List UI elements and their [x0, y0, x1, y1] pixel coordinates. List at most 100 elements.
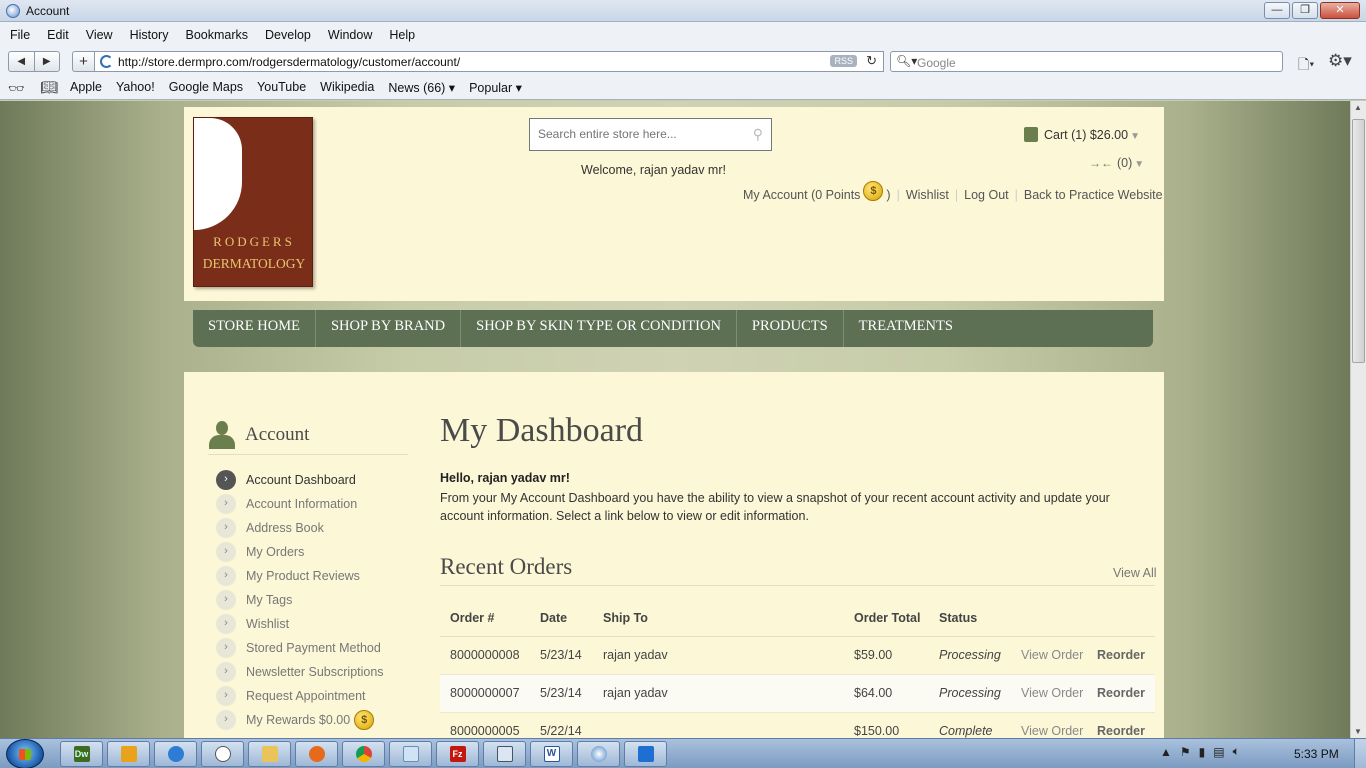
taskbar-firefox[interactable] — [295, 741, 338, 767]
bookmark-google-maps[interactable]: Google Maps — [169, 80, 243, 95]
reorder-link[interactable]: Reorder — [1087, 674, 1155, 713]
taskbar-internet-explorer[interactable] — [154, 741, 197, 767]
sidebar-item-label: My Tags — [246, 593, 293, 607]
maximize-button[interactable]: ❐ — [1292, 2, 1318, 19]
reorder-link[interactable]: Reorder — [1087, 712, 1155, 738]
taskbar-media-player[interactable] — [107, 741, 150, 767]
taskbar-word[interactable]: W — [530, 741, 573, 767]
menu-help[interactable]: Help — [389, 28, 415, 42]
scroll-thumb[interactable] — [1352, 119, 1365, 363]
bookmark-apple[interactable]: Apple — [70, 80, 102, 95]
menu-file[interactable]: File — [10, 28, 30, 42]
reorder-link[interactable]: Reorder — [1087, 636, 1155, 675]
top-sites-icon[interactable]: 👓︎ — [8, 81, 25, 97]
volume-icon[interactable]: 🔈︎ — [1233, 744, 1240, 759]
cart-link[interactable]: Cart (1) $26.00 ▼ — [1024, 127, 1140, 142]
menu-history[interactable]: History — [130, 28, 169, 42]
order-status: Processing — [929, 636, 1011, 675]
my-account-link[interactable]: My Account (0 Points — [743, 188, 860, 202]
store-search-input[interactable] — [538, 127, 738, 141]
sidebar-item-my-tags[interactable]: › My Tags — [216, 588, 384, 612]
gear-icon[interactable]: ⚙▾ — [1328, 51, 1352, 71]
page-scrollbar[interactable]: ▲ ▼ — [1350, 101, 1366, 738]
scroll-up-icon[interactable]: ▲ — [1354, 103, 1362, 112]
order-status: Processing — [929, 674, 1011, 713]
back-to-practice-link[interactable]: Back to Practice Website — [1024, 188, 1163, 202]
nav-store-home[interactable]: STORE HOME — [193, 310, 316, 347]
bookmark-yahoo[interactable]: Yahoo! — [116, 80, 155, 95]
col-status: Status — [929, 600, 1011, 637]
minimize-button[interactable]: — — [1264, 2, 1290, 19]
store-logo[interactable]: RODGERS DERMATOLOGY — [193, 117, 313, 287]
menu-window[interactable]: Window — [328, 28, 372, 42]
logout-link[interactable]: Log Out — [964, 188, 1008, 202]
recent-orders-title: Recent Orders — [440, 554, 573, 579]
sidebar-item-newsletter[interactable]: › Newsletter Subscriptions — [216, 660, 384, 684]
taskbar-safari[interactable] — [577, 741, 620, 767]
back-button[interactable]: ◀ — [9, 52, 35, 71]
sidebar-item-stored-payment[interactable]: › Stored Payment Method — [216, 636, 384, 660]
taskbar-teamviewer[interactable] — [624, 741, 667, 767]
reading-list-icon[interactable]: 📖︎ — [40, 79, 58, 96]
taskbar-messenger[interactable] — [201, 741, 244, 767]
nav-shop-by-brand[interactable]: SHOP BY BRAND — [316, 310, 462, 347]
order-ship-to: rajan yadav — [593, 636, 844, 675]
menu-view[interactable]: View — [86, 28, 113, 42]
taskbar-notepad[interactable] — [389, 741, 432, 767]
page-menu-icon[interactable]: 🗋▾ — [1298, 54, 1314, 78]
address-bar[interactable]: http://store.dermpro.com/rodgersdermatol… — [94, 51, 884, 72]
store-header: RODGERS DERMATOLOGY ⚲ Welcome, rajan yad… — [184, 107, 1164, 301]
view-all-link[interactable]: View All — [1113, 566, 1157, 580]
sidebar-item-product-reviews[interactable]: › My Product Reviews — [216, 564, 384, 588]
bookmark-popular[interactable]: Popular ▾ — [469, 80, 522, 95]
url-text[interactable]: http://store.dermpro.com/rodgersdermatol… — [118, 55, 460, 69]
network-icon[interactable]: ▮ — [1199, 745, 1206, 759]
clock[interactable]: 5:33 PM — [1294, 747, 1339, 761]
bookmark-news[interactable]: News (66) ▾ — [388, 80, 455, 95]
order-total: $64.00 — [844, 674, 929, 713]
action-center-icon[interactable]: ⚑ — [1180, 745, 1191, 759]
sidebar-item-label: Account Dashboard — [246, 473, 356, 487]
power-icon[interactable]: ▤ — [1213, 745, 1224, 759]
taskbar-dreamweaver[interactable]: Dw — [60, 741, 103, 767]
sidebar-item-my-orders[interactable]: › My Orders — [216, 540, 384, 564]
rss-badge[interactable]: RSS — [830, 55, 857, 67]
start-button[interactable] — [6, 739, 44, 768]
sidebar-item-address-book[interactable]: › Address Book — [216, 516, 384, 540]
view-order-link[interactable]: View Order — [1011, 636, 1087, 675]
view-order-link[interactable]: View Order — [1011, 712, 1087, 738]
web-search-field[interactable]: 🔍︎▾ Google — [890, 51, 1283, 72]
taskbar-window-app[interactable] — [483, 741, 526, 767]
sidebar-item-account-dashboard[interactable]: › Account Dashboard — [216, 468, 384, 492]
sidebar-item-request-appointment[interactable]: › Request Appointment — [216, 684, 384, 708]
sidebar-item-my-rewards[interactable]: › My Rewards $0.00 $ — [216, 708, 384, 732]
menu-develop[interactable]: Develop — [265, 28, 311, 42]
add-bookmark-button[interactable]: + — [72, 51, 94, 72]
compare-link[interactable]: →← (0) ▼ — [1089, 156, 1144, 170]
bookmark-wikipedia[interactable]: Wikipedia — [320, 80, 374, 95]
tray-expand-icon[interactable]: ▲ — [1160, 745, 1172, 759]
taskbar-explorer[interactable] — [248, 741, 291, 767]
wishlist-link[interactable]: Wishlist — [906, 188, 949, 202]
nav-products[interactable]: PRODUCTS — [737, 310, 844, 347]
logo-line2: DERMATOLOGY — [202, 256, 306, 271]
page-title: My Dashboard — [440, 412, 644, 449]
reload-icon[interactable]: ↻ — [866, 53, 877, 69]
scroll-down-icon[interactable]: ▼ — [1354, 727, 1362, 736]
sidebar-item-wishlist[interactable]: › Wishlist — [216, 612, 384, 636]
show-desktop-button[interactable] — [1354, 739, 1366, 768]
menu-bookmarks[interactable]: Bookmarks — [185, 28, 248, 42]
sidebar-item-account-information[interactable]: › Account Information — [216, 492, 384, 516]
taskbar-chrome[interactable] — [342, 741, 385, 767]
view-order-link[interactable]: View Order — [1011, 674, 1087, 713]
nav-treatments[interactable]: TREATMENTS — [844, 310, 968, 347]
bookmark-youtube[interactable]: YouTube — [257, 80, 306, 95]
nav-shop-by-skin-type[interactable]: SHOP BY SKIN TYPE OR CONDITION — [461, 310, 737, 347]
col-order-total: Order Total — [844, 600, 929, 637]
close-button[interactable]: ✕ — [1320, 2, 1360, 19]
welcome-message: Welcome, rajan yadav mr! — [581, 163, 726, 177]
menu-edit[interactable]: Edit — [47, 28, 69, 42]
store-search-icon[interactable]: ⚲ — [753, 126, 763, 143]
taskbar-filezilla[interactable]: Fz — [436, 741, 479, 767]
forward-button[interactable]: ▶ — [35, 52, 60, 71]
